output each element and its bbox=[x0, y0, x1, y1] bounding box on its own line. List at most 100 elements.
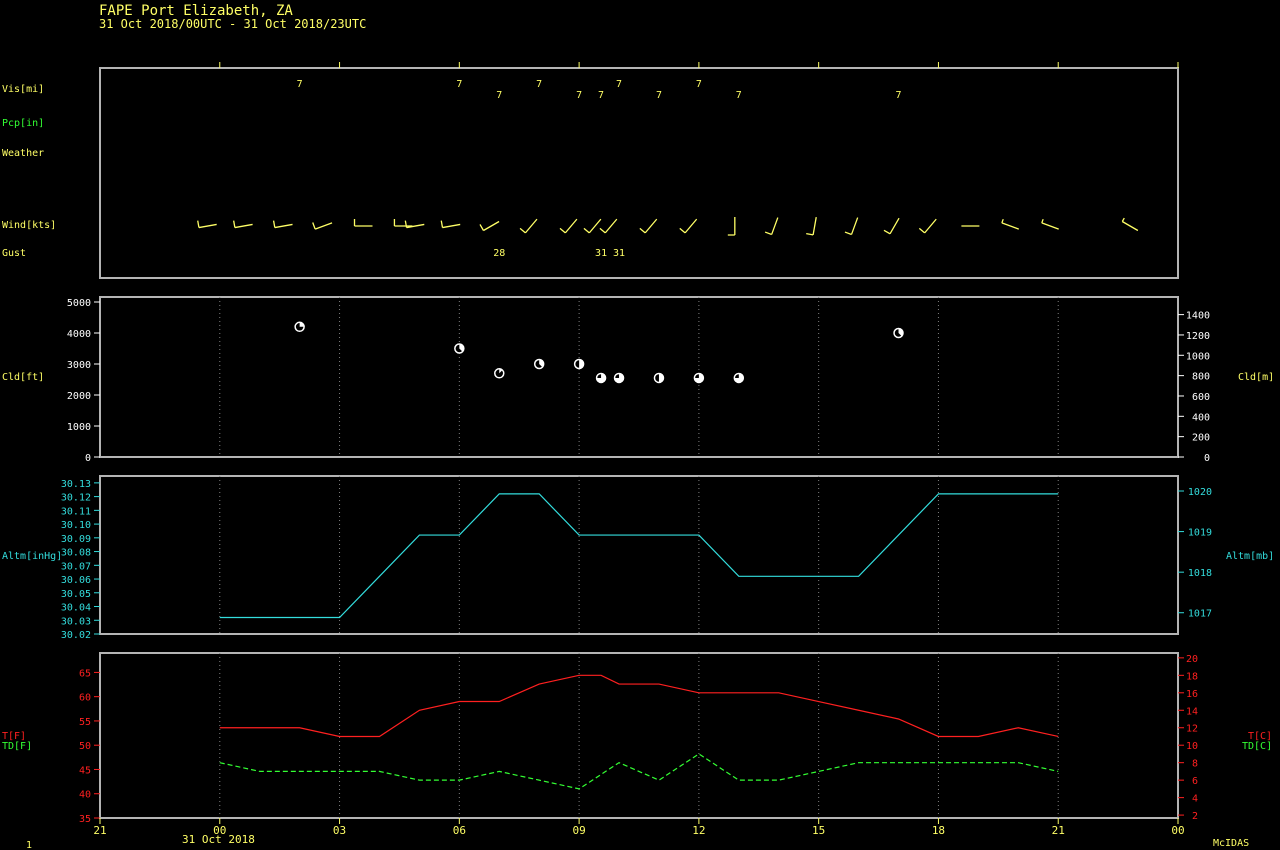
cloud-ytick-right-label: 0 bbox=[1204, 453, 1210, 464]
altm-ytick-label: 30.11 bbox=[61, 506, 91, 517]
wind-barb bbox=[883, 217, 900, 235]
temp-ytick-right-label: 16 bbox=[1186, 689, 1198, 700]
temp-ytick-label: 65 bbox=[79, 668, 91, 679]
wind-barb bbox=[639, 218, 658, 234]
wind-barb bbox=[233, 220, 253, 229]
cloud-ytick-label: 4000 bbox=[67, 329, 91, 340]
temp-ytick-right-label: 12 bbox=[1186, 724, 1198, 735]
gust-value: 31 bbox=[613, 248, 625, 259]
wind-barb bbox=[1001, 218, 1019, 230]
x-tick-label: 21 bbox=[93, 824, 106, 837]
pcp-label: Pcp[in] bbox=[2, 118, 44, 129]
wind-barb bbox=[440, 220, 461, 229]
dewpoint-ylabel-right: TD[C] bbox=[1242, 741, 1272, 752]
panel-altimeter: Altm[inHg] Altm[mb] 30.02 30.03 30.04 30.05… bbox=[2, 475, 1274, 641]
cloud-ytick-right-label: 1400 bbox=[1186, 311, 1210, 322]
dewpoint-ylabel: TD[F] bbox=[2, 741, 32, 752]
wind-barb bbox=[679, 218, 698, 234]
dewpoint-line bbox=[219, 753, 1059, 790]
period-title: 31 Oct 2018/00UTC - 31 Oct 2018/23UTC bbox=[99, 17, 366, 31]
vis-value: 7 bbox=[496, 90, 502, 101]
temp-ytick-right-label: 18 bbox=[1186, 671, 1198, 682]
altm-ytick-right-label: 1017 bbox=[1188, 609, 1212, 620]
meteogram: FAPE Port Elizabeth, ZA 31 Oct 2018/00UT… bbox=[2, 3, 1274, 850]
panel-cloud-frame bbox=[99, 296, 1179, 458]
altm-ytick-label: 30.13 bbox=[61, 479, 91, 490]
temp-ytick-right-label: 8 bbox=[1192, 759, 1198, 770]
wind-barb bbox=[727, 217, 736, 236]
panel-obs: Vis[mi] Pcp[in] Weather Wind[kts] Gust 7… bbox=[2, 62, 1179, 279]
temp-ytick-label: 60 bbox=[79, 693, 91, 704]
wind-label: Wind[kts] bbox=[2, 220, 56, 231]
wind-barb bbox=[918, 218, 937, 234]
gust-value: 31 bbox=[595, 248, 607, 259]
wind-barb bbox=[272, 220, 293, 229]
x-tick-label: 21 bbox=[1052, 824, 1065, 837]
gust-value: 28 bbox=[493, 248, 505, 259]
wind-barb bbox=[1041, 218, 1059, 230]
frame-number: 1 bbox=[26, 840, 32, 850]
cloud-ytick-right-label: 200 bbox=[1192, 433, 1210, 444]
temp-ytick-label: 35 bbox=[79, 814, 91, 825]
cloud-ytick-label: 3000 bbox=[67, 360, 91, 371]
cloud-cover-fill bbox=[299, 322, 305, 327]
cloud-ytick-label: 0 bbox=[85, 453, 91, 464]
vis-value: 7 bbox=[297, 79, 303, 90]
cloud-ylabel: Cld[ft] bbox=[2, 372, 44, 383]
vis-label: Vis[mi] bbox=[2, 84, 44, 95]
altm-ytick-label: 30.03 bbox=[61, 616, 91, 627]
cloud-ytick-right-label: 800 bbox=[1192, 372, 1210, 383]
x-tick-label: 03 bbox=[333, 824, 346, 837]
vis-value: 7 bbox=[696, 79, 702, 90]
altm-ytick-label: 30.10 bbox=[61, 520, 91, 531]
cloud-ytick-label: 1000 bbox=[67, 422, 91, 433]
wind-barb bbox=[353, 219, 373, 227]
altm-ytick-label: 30.12 bbox=[61, 493, 91, 504]
wind-barb bbox=[1121, 217, 1139, 232]
altm-ytick-label: 30.08 bbox=[61, 548, 91, 559]
vis-value: 7 bbox=[616, 79, 622, 90]
temp-ytick-label: 40 bbox=[79, 790, 91, 801]
cloud-ytick-right-label: 1200 bbox=[1186, 331, 1210, 342]
panel-altimeter-frame bbox=[99, 475, 1179, 635]
temp-ytick-right-label: 14 bbox=[1186, 706, 1198, 717]
vis-value: 7 bbox=[536, 79, 542, 90]
wind-barb bbox=[519, 218, 538, 234]
wind-barb bbox=[312, 222, 333, 230]
vis-value: 7 bbox=[456, 79, 462, 90]
altm-ytick-right-label: 1020 bbox=[1188, 487, 1212, 498]
altm-ytick-right-label: 1019 bbox=[1188, 528, 1212, 539]
panel-temperature-frame bbox=[99, 652, 1179, 819]
temp-ytick-right-label: 2 bbox=[1192, 811, 1198, 822]
altm-ytick-label: 30.02 bbox=[61, 630, 91, 641]
wind-barb bbox=[559, 218, 578, 234]
vis-value: 7 bbox=[896, 90, 902, 101]
panel-cloud: Cld[ft] Cld[m] 0 1000 2000 3000 4000 5000 0 200… bbox=[2, 296, 1274, 464]
altm-ytick-label: 30.05 bbox=[61, 589, 91, 600]
x-tick-label: 09 bbox=[572, 824, 585, 837]
temp-ytick-label: 50 bbox=[79, 741, 91, 752]
temp-ytick-right-label: 10 bbox=[1186, 741, 1198, 752]
altm-ytick-label: 30.06 bbox=[61, 575, 91, 586]
x-tick-label: 12 bbox=[692, 824, 705, 837]
footer-date: 31 Oct 2018 bbox=[182, 833, 255, 846]
cloud-ytick-right-label: 400 bbox=[1192, 412, 1210, 423]
wind-barb bbox=[599, 218, 618, 234]
wind-barb bbox=[479, 220, 500, 232]
x-tick-label: 15 bbox=[812, 824, 825, 837]
wind-barb bbox=[197, 220, 217, 229]
altm-ytick-label: 30.09 bbox=[61, 534, 91, 545]
cloud-ylabel-right: Cld[m] bbox=[1238, 372, 1274, 383]
wind-barb bbox=[393, 219, 413, 227]
mcidas-brand: McIDAS bbox=[1213, 838, 1249, 849]
cloud-ytick-label: 2000 bbox=[67, 391, 91, 402]
vis-value: 7 bbox=[736, 90, 742, 101]
wind-barb bbox=[806, 217, 817, 236]
temperature-line bbox=[219, 674, 1059, 738]
vis-value: 7 bbox=[576, 90, 582, 101]
weather-label: Weather bbox=[2, 148, 44, 159]
temp-ytick-right-label: 6 bbox=[1192, 776, 1198, 787]
cloud-ytick-label: 5000 bbox=[67, 298, 91, 309]
altimeter-line bbox=[219, 493, 1059, 619]
x-tick-label: 06 bbox=[453, 824, 466, 837]
